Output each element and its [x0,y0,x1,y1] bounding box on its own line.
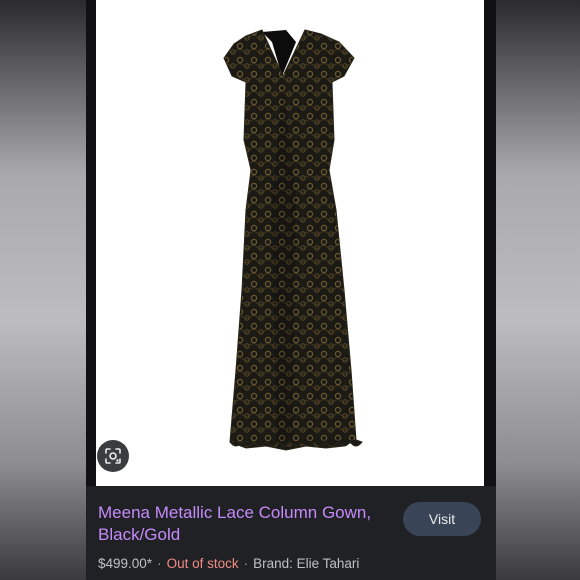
blurred-background-left [0,0,86,580]
blurred-background-right [496,0,580,580]
stock-status: Out of stock [166,556,239,571]
product-info-panel: Meena Metallic Lace Column Gown, Black/G… [86,486,496,580]
product-meta: $499.00* · Out of stock · Brand: Elie Tahari [98,556,359,571]
product-image[interactable] [96,0,484,486]
lens-search-icon [105,448,121,464]
product-brand: Brand: Elie Tahari [253,556,360,571]
lens-search-button[interactable] [97,440,129,472]
visit-button[interactable]: Visit [403,502,481,536]
product-price: $499.00* [98,556,153,571]
dress-image [223,29,363,451]
separator-dot: · [157,556,162,571]
separator-dot: · [243,556,249,571]
product-title[interactable]: Meena Metallic Lace Column Gown, Black/G… [98,502,398,546]
